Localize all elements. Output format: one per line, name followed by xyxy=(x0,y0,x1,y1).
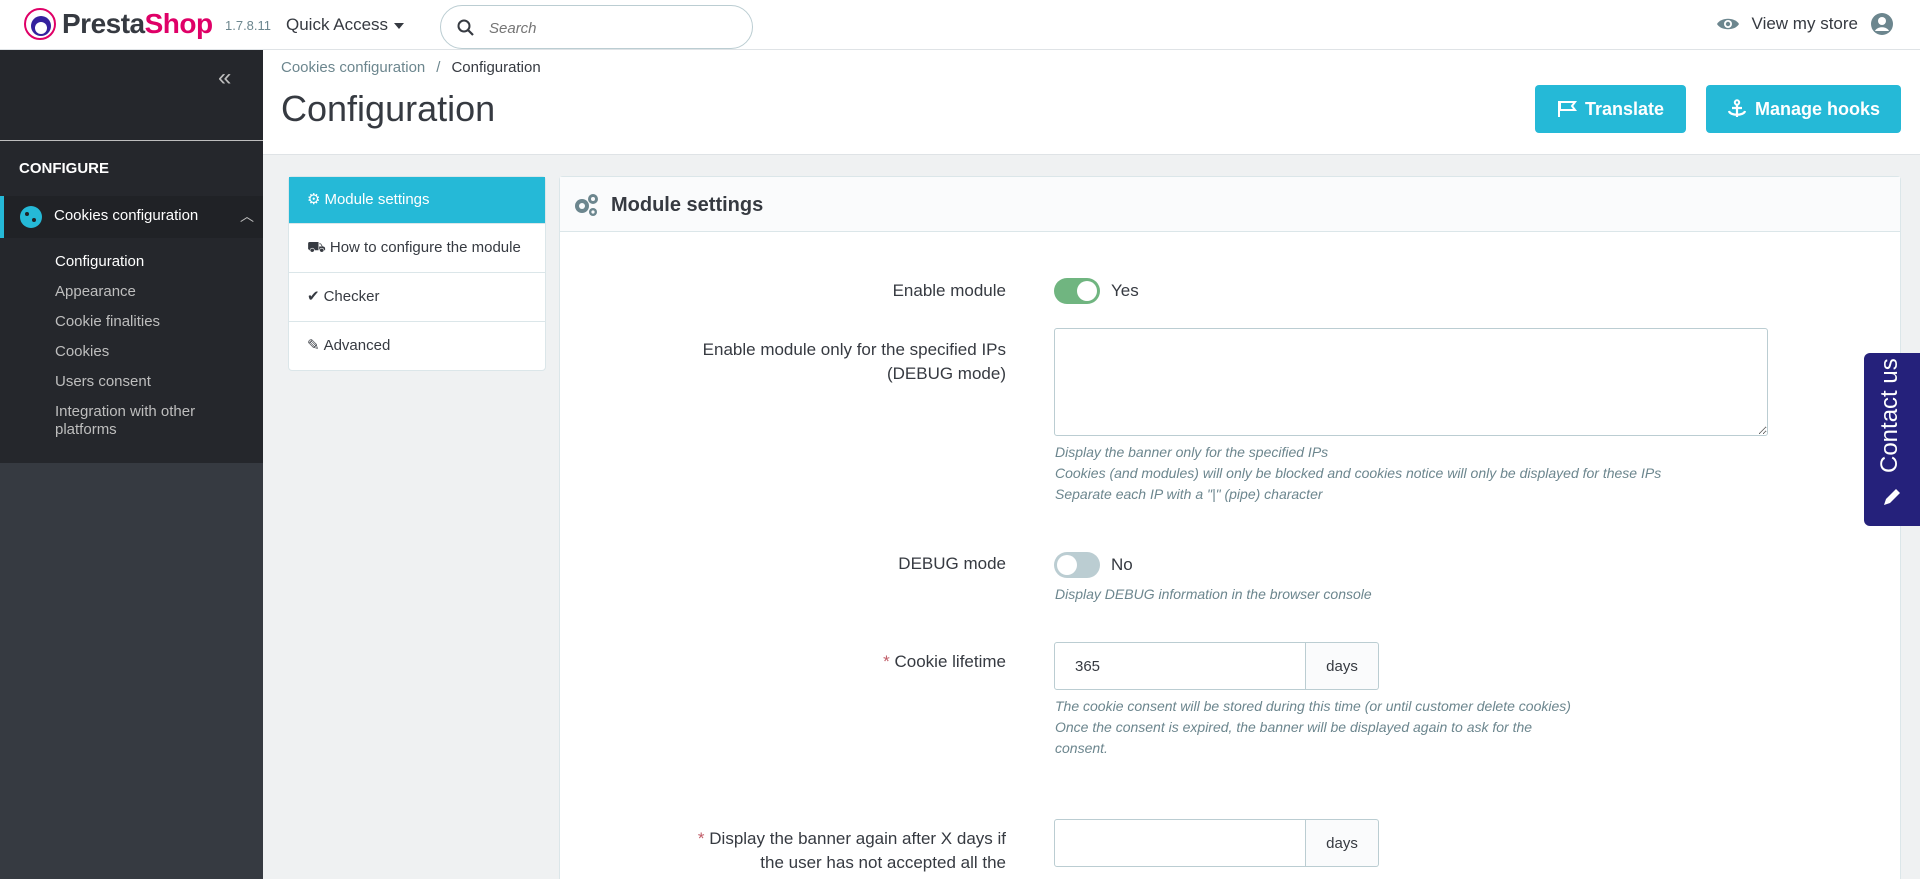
tab-label: Checker xyxy=(323,288,380,305)
cookie-lifetime-group: days xyxy=(1054,642,1379,690)
display-again-input[interactable] xyxy=(1054,819,1306,867)
sidebar-panel: « CONFIGURE Cookies configuration ︿ Conf… xyxy=(0,50,263,463)
cookie-lifetime-label: * Cookie lifetime xyxy=(676,650,1006,674)
logo-text-shop: Shop xyxy=(144,8,214,39)
debug-ips-help: Display the banner only for the specifie… xyxy=(1055,442,1769,505)
cookie-lifetime-help: The cookie consent will be stored during… xyxy=(1055,696,1575,759)
submenu-item-appearance[interactable]: Appearance xyxy=(55,283,255,301)
logo-text-presta: Presta xyxy=(62,8,145,39)
debug-mode-help: Display DEBUG information in the browser… xyxy=(1055,586,1372,602)
submenu-item-cookie-finalities[interactable]: Cookie finalities xyxy=(55,313,255,331)
submenu-item-cookies[interactable]: Cookies xyxy=(55,343,255,361)
caret-down-icon xyxy=(394,22,405,29)
view-my-store-link[interactable]: View my store xyxy=(1716,12,1894,36)
tab-label: How to configure the module xyxy=(329,239,521,256)
tab-how-to-configure[interactable]: ⛟ How to configure the module xyxy=(289,224,545,273)
chevron-up-icon: ︿ xyxy=(240,208,254,224)
tab-module-settings[interactable]: ⚙ Module settings xyxy=(289,177,545,224)
cogs-icon: ⚙ xyxy=(307,191,321,208)
anchor-icon xyxy=(1727,99,1747,117)
submenu-item-configuration[interactable]: Configuration xyxy=(55,253,255,271)
days-addon: days xyxy=(1306,642,1379,690)
logo-text: PrestaShop xyxy=(62,8,213,40)
sidebar-item-cookies-configuration[interactable]: Cookies configuration ︿ xyxy=(0,196,263,238)
search-icon xyxy=(457,19,474,36)
check-icon: ✔ xyxy=(307,288,320,305)
enable-module-value: Yes xyxy=(1111,281,1139,300)
user-account-icon[interactable] xyxy=(1870,12,1894,36)
translate-button[interactable]: Translate xyxy=(1535,85,1686,133)
tab-label: Advanced xyxy=(323,337,391,354)
collapse-sidebar-icon[interactable]: « xyxy=(218,64,231,92)
truck-icon: ⛟ xyxy=(307,239,326,256)
help-line: The cookie consent will be stored during… xyxy=(1055,698,1571,714)
breadcrumb-separator: / xyxy=(436,59,441,76)
breadcrumb-link[interactable]: Cookies configuration xyxy=(281,59,425,76)
help-line: Once the consent is expired, the banner … xyxy=(1055,719,1533,756)
panel-title: Module settings xyxy=(611,194,764,216)
tab-checker[interactable]: ✔ Checker xyxy=(289,273,545,322)
sidebar-submenu: Configuration Appearance Cookie finaliti… xyxy=(55,253,255,451)
debug-mode-label: DEBUG mode xyxy=(898,554,1006,573)
contact-us-tab[interactable]: Contact us xyxy=(1864,353,1920,526)
display-again-label: * Display the banner again after X days … xyxy=(676,827,1006,875)
sidebar-section-title: CONFIGURE xyxy=(19,160,109,177)
view-store-label: View my store xyxy=(1751,14,1858,33)
required-marker: * xyxy=(883,652,895,671)
enable-module-label: Enable module xyxy=(892,281,1006,300)
cookie-lifetime-input[interactable] xyxy=(1054,642,1306,690)
sidebar: « CONFIGURE Cookies configuration ︿ Conf… xyxy=(0,50,263,879)
flag-icon xyxy=(1557,101,1577,117)
search-input[interactable] xyxy=(489,16,739,40)
submenu-item-users-consent[interactable]: Users consent xyxy=(55,373,255,391)
eye-icon xyxy=(1716,18,1739,30)
manage-hooks-button-label: Manage hooks xyxy=(1754,98,1881,119)
breadcrumb: Cookies configuration / Configuration xyxy=(281,59,541,76)
switch-knob xyxy=(1077,281,1097,301)
help-line: Separate each IP with a "|" (pipe) chara… xyxy=(1055,486,1323,502)
prestashop-logo[interactable]: PrestaShop xyxy=(24,8,213,40)
help-line: Cookies (and modules) will only be block… xyxy=(1055,465,1662,481)
top-header: PrestaShop 1.7.8.11 Quick Access View my… xyxy=(0,0,1920,50)
debug-mode-switch[interactable] xyxy=(1054,552,1100,578)
cookie-icon xyxy=(20,206,42,228)
manage-hooks-button[interactable]: Manage hooks xyxy=(1706,85,1901,133)
submenu-item-integration[interactable]: Integration with other platforms xyxy=(55,403,255,439)
panel-heading: Module settings xyxy=(560,177,1900,232)
debug-ips-textarea[interactable] xyxy=(1054,328,1768,436)
page-title: Configuration xyxy=(281,88,496,129)
sidebar-item-label: Cookies configuration xyxy=(54,207,199,224)
translate-button-label: Translate xyxy=(1584,98,1665,119)
debug-ips-label: Enable module only for the specified IPs… xyxy=(702,340,1006,383)
cookie-lifetime-label-text: Cookie lifetime xyxy=(894,652,1007,671)
tab-advanced[interactable]: ✎ Advanced xyxy=(289,322,545,370)
puffin-logo-icon xyxy=(24,8,56,40)
tab-label: Module settings xyxy=(324,191,430,208)
switch-knob xyxy=(1057,555,1077,575)
required-marker: * xyxy=(697,829,710,848)
help-line: Display the banner only for the specifie… xyxy=(1055,444,1329,460)
contact-us-label: Contact us xyxy=(1876,358,1903,473)
sidebar-divider xyxy=(0,140,263,141)
display-again-label-text: Display the banner again after X days if… xyxy=(709,829,1006,872)
days-addon: days xyxy=(1306,819,1379,867)
enable-module-switch[interactable] xyxy=(1054,278,1100,304)
quick-access-dropdown[interactable]: Quick Access xyxy=(286,15,405,35)
pencil-icon xyxy=(1884,489,1900,505)
magic-icon: ✎ xyxy=(307,337,320,354)
breadcrumb-current: Configuration xyxy=(451,59,541,76)
version-label: 1.7.8.11 xyxy=(225,18,272,33)
cogs-icon xyxy=(575,194,598,216)
quick-access-label: Quick Access xyxy=(286,15,389,34)
search-box[interactable] xyxy=(440,5,753,49)
module-tabs: ⚙ Module settings ⛟ How to configure the m… xyxy=(288,176,546,371)
debug-mode-value: No xyxy=(1111,555,1133,574)
display-again-group: days xyxy=(1054,819,1379,867)
